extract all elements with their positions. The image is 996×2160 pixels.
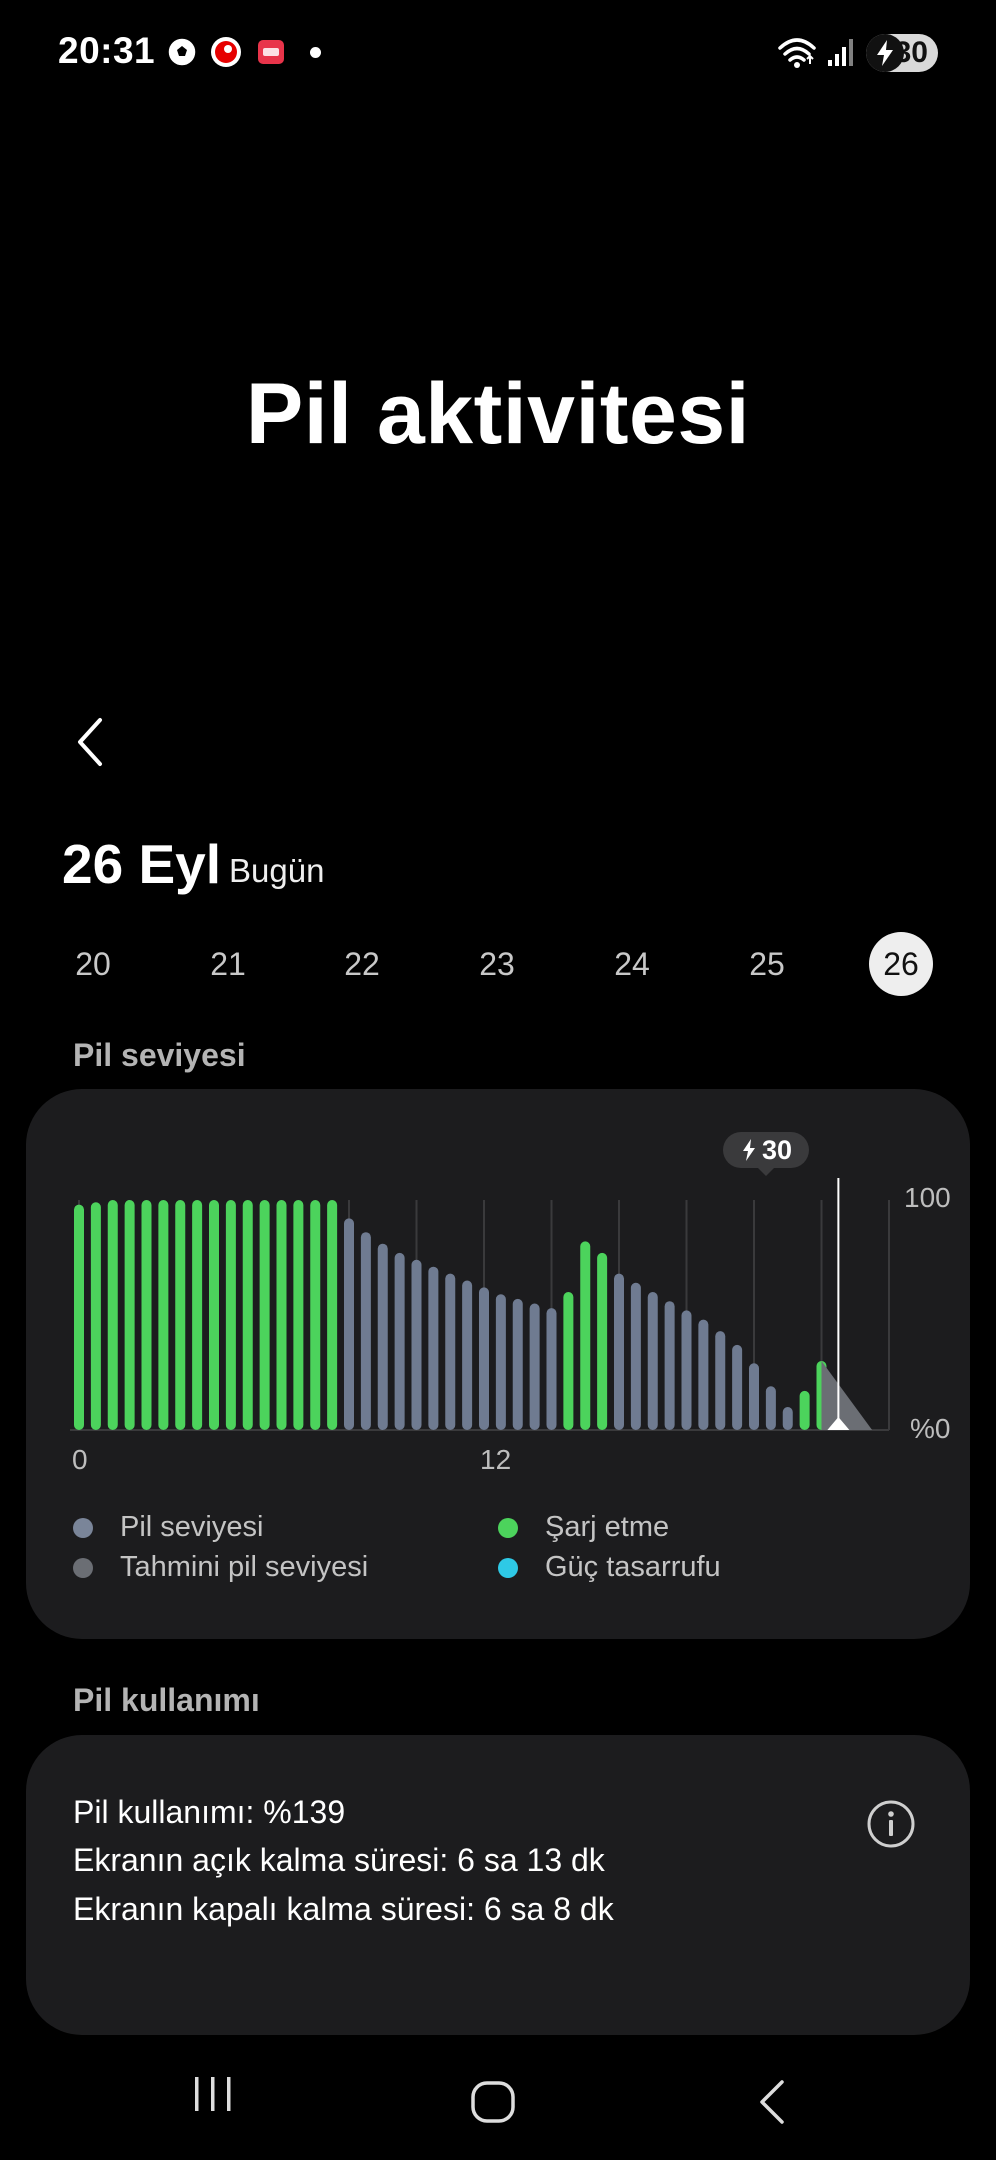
legend-dot-estimated [73, 1558, 93, 1578]
day-21[interactable]: 21 [196, 932, 260, 996]
legend-dot-battery [73, 1518, 93, 1538]
legend-power-saving-label: Güç tasarrufu [545, 1551, 721, 1583]
screen-on-time: Ekranın açık kalma süresi: 6 sa 13 dk [73, 1842, 605, 1878]
current-level-tooltip: 30 [723, 1132, 809, 1168]
x-tick-label: 0 [72, 1444, 88, 1475]
day-20[interactable]: 20 [61, 932, 125, 996]
recents-icon[interactable] [191, 2074, 235, 2114]
legend-estimated-label: Tahmini pil seviyesi [120, 1551, 369, 1583]
screen-off-time: Ekranın kapalı kalma süresi: 6 sa 8 dk [73, 1891, 614, 1927]
tooltip-value: 30 [761, 1134, 793, 1165]
bolt-icon [742, 1139, 755, 1161]
notification-dot [310, 47, 321, 58]
battery-charging-icon [866, 34, 904, 72]
home-icon[interactable] [470, 2080, 516, 2124]
status-time: 20:31 [58, 30, 156, 71]
battery-usage-title: Pil kullanımı [73, 1682, 260, 1718]
day-22[interactable]: 22 [330, 932, 394, 996]
day-24[interactable]: 24 [600, 932, 664, 996]
today-label: Bugün [229, 852, 325, 889]
day-23[interactable]: 23 [465, 932, 529, 996]
legend-dot-power-saving [498, 1558, 518, 1578]
legend-dot-charging [498, 1518, 518, 1538]
y-axis-bottom-label: %0 [910, 1413, 951, 1444]
page-title: Pil aktivitesi [245, 366, 751, 462]
legend-charging-label: Şarj etme [545, 1511, 670, 1543]
x-tick-label: 12 [480, 1444, 512, 1475]
tooltip-arrow [756, 1166, 776, 1176]
back-icon[interactable] [754, 2078, 790, 2126]
day-25[interactable]: 25 [735, 932, 799, 996]
battery-usage-card [26, 1735, 970, 2035]
info-icon[interactable] [866, 1799, 916, 1849]
legend-battery-label: Pil seviyesi [120, 1511, 264, 1543]
back-button[interactable] [62, 712, 122, 772]
football-icon [167, 37, 197, 67]
battery-usage-text: Pil kullanımı: %139 [73, 1794, 346, 1830]
wifi-icon [778, 38, 816, 68]
app-notification-icon [258, 40, 284, 64]
selected-date: 26 Eyl [62, 833, 222, 895]
vodafone-icon [211, 37, 241, 67]
day-26[interactable]: 26 [869, 932, 933, 996]
battery-level-title: Pil seviyesi [73, 1037, 246, 1073]
y-axis-top-label: 100 [904, 1182, 951, 1213]
signal-icon [828, 39, 853, 66]
